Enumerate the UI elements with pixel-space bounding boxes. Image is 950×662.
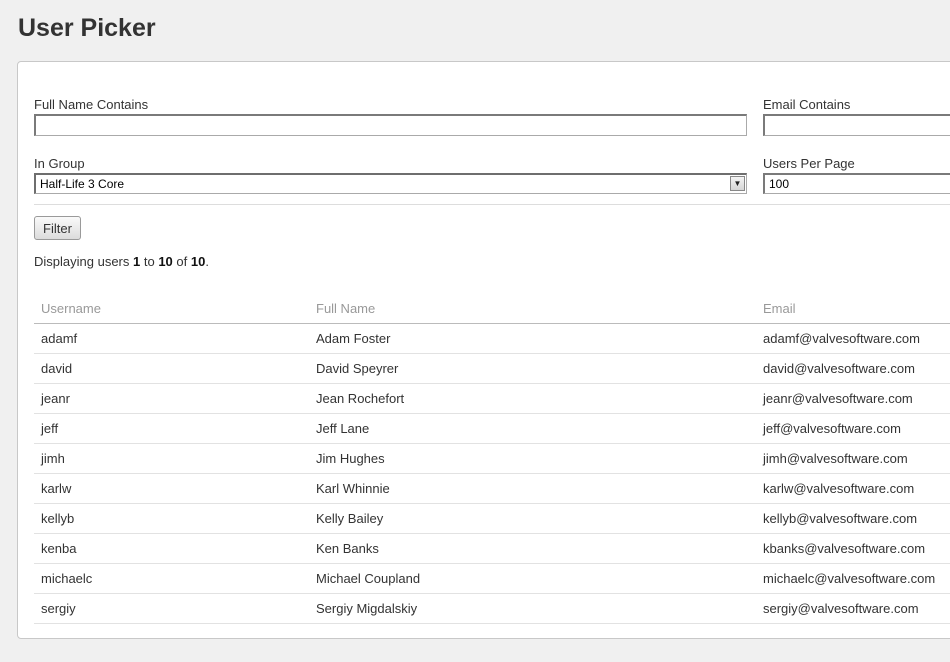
full-name-cell: Karl Whinnie xyxy=(309,473,756,504)
summary-of-word: of xyxy=(172,254,191,269)
full-name-cell: Michael Coupland xyxy=(309,563,756,594)
email-cell: adamf@valvesoftware.com xyxy=(756,323,950,354)
email-cell: karlw@valvesoftware.com xyxy=(756,473,950,504)
chevron-down-icon[interactable]: ▼ xyxy=(730,176,745,191)
email-cell: kbanks@valvesoftware.com xyxy=(756,533,950,564)
table-row[interactable]: karlw Karl Whinnie karlw@valvesoftware.c… xyxy=(34,473,950,504)
in-group-select[interactable]: Half-Life 3 Core ▼ xyxy=(34,173,747,194)
summary-prefix: Displaying users xyxy=(34,254,133,269)
column-header-email[interactable]: Email xyxy=(756,294,950,324)
summary-total: 10 xyxy=(190,254,206,269)
in-group-label: In Group xyxy=(34,156,85,171)
full-name-cell: David Speyrer xyxy=(309,353,756,384)
username-cell: kellyb xyxy=(34,503,309,534)
email-cell: kellyb@valvesoftware.com xyxy=(756,503,950,534)
email-input[interactable] xyxy=(763,114,950,136)
table-row[interactable]: kellyb Kelly Bailey kellyb@valvesoftware… xyxy=(34,503,950,534)
table-row[interactable]: kenba Ken Banks kbanks@valvesoftware.com xyxy=(34,533,950,564)
results-summary: Displaying users 1 to 10 of 10. xyxy=(34,254,209,269)
username-cell: karlw xyxy=(34,473,309,504)
full-name-cell: Jim Hughes xyxy=(309,443,756,474)
summary-suffix: . xyxy=(205,254,209,269)
username-cell: adamf xyxy=(34,323,309,354)
email-cell: jeff@valvesoftware.com xyxy=(756,413,950,444)
page-title: User Picker xyxy=(18,14,156,42)
email-cell: david@valvesoftware.com xyxy=(756,353,950,384)
full-name-cell: Kelly Bailey xyxy=(309,503,756,534)
full-name-cell: Sergiy Migdalskiy xyxy=(309,593,756,624)
username-cell: david xyxy=(34,353,309,384)
full-name-cell: Jeff Lane xyxy=(309,413,756,444)
email-label: Email Contains xyxy=(763,97,851,112)
table-row[interactable]: david David Speyrer david@valvesoftware.… xyxy=(34,353,950,384)
column-header-full-name[interactable]: Full Name xyxy=(309,294,756,324)
users-per-page-label: Users Per Page xyxy=(763,156,855,171)
full-name-cell: Jean Rochefort xyxy=(309,383,756,414)
username-cell: jeanr xyxy=(34,383,309,414)
email-cell: jimh@valvesoftware.com xyxy=(756,443,950,474)
full-name-cell: Ken Banks xyxy=(309,533,756,564)
filter-button[interactable]: Filter xyxy=(34,216,81,240)
users-per-page-input[interactable] xyxy=(763,173,950,194)
username-cell: michaelc xyxy=(34,563,309,594)
table-row[interactable]: michaelc Michael Coupland michaelc@valve… xyxy=(34,563,950,594)
username-cell: kenba xyxy=(34,533,309,564)
email-cell: sergiy@valvesoftware.com xyxy=(756,593,950,624)
table-row[interactable]: sergiy Sergiy Migdalskiy sergiy@valvesof… xyxy=(34,593,950,624)
table-header-row: Username Full Name Email xyxy=(34,294,950,324)
table-row[interactable]: jimh Jim Hughes jimh@valvesoftware.com xyxy=(34,443,950,474)
users-table: Username Full Name Email adamf Adam Fost… xyxy=(34,294,950,624)
table-row[interactable]: jeanr Jean Rochefort jeanr@valvesoftware… xyxy=(34,383,950,414)
email-cell: jeanr@valvesoftware.com xyxy=(756,383,950,414)
full-name-label: Full Name Contains xyxy=(34,97,149,112)
full-name-input[interactable] xyxy=(34,114,747,136)
table-row[interactable]: adamf Adam Foster adamf@valvesoftware.co… xyxy=(34,323,950,354)
full-name-cell: Adam Foster xyxy=(309,323,756,354)
column-header-username[interactable]: Username xyxy=(34,294,309,324)
summary-to-word: to xyxy=(140,254,159,269)
filter-divider xyxy=(34,204,950,205)
summary-to: 10 xyxy=(158,254,173,269)
username-cell: sergiy xyxy=(34,593,309,624)
table-row[interactable]: jeff Jeff Lane jeff@valvesoftware.com xyxy=(34,413,950,444)
email-cell: michaelc@valvesoftware.com xyxy=(756,563,950,594)
user-picker-panel: Full Name Contains Email Contains In Gro… xyxy=(17,61,950,639)
username-cell: jeff xyxy=(34,413,309,444)
in-group-selected-value: Half-Life 3 Core xyxy=(40,177,125,191)
username-cell: jimh xyxy=(34,443,309,474)
